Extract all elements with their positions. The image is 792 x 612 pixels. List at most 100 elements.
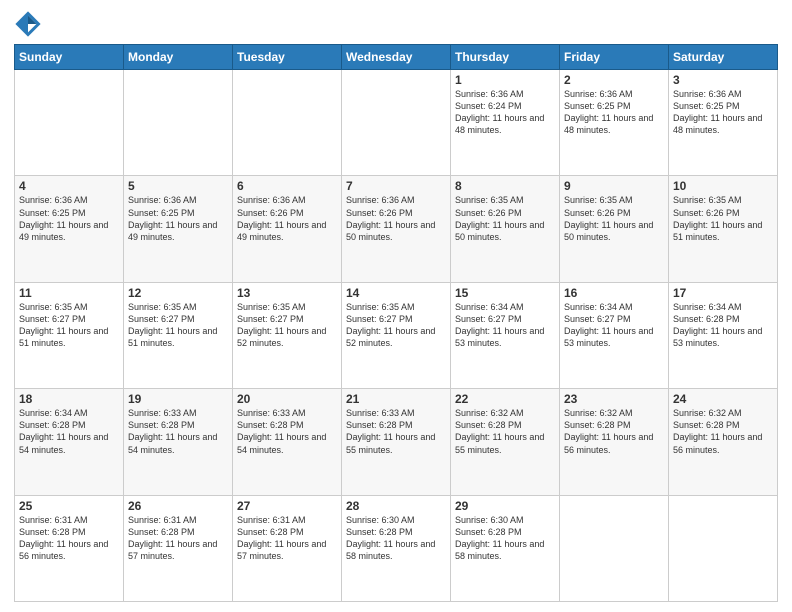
calendar-cell: [15, 70, 124, 176]
weekday-header-sunday: Sunday: [15, 45, 124, 70]
day-content: Sunrise: 6:35 AM Sunset: 6:26 PM Dayligh…: [564, 194, 664, 243]
calendar-cell: [233, 70, 342, 176]
calendar-cell: 12Sunrise: 6:35 AM Sunset: 6:27 PM Dayli…: [124, 282, 233, 388]
week-row-5: 25Sunrise: 6:31 AM Sunset: 6:28 PM Dayli…: [15, 495, 778, 601]
calendar-cell: 24Sunrise: 6:32 AM Sunset: 6:28 PM Dayli…: [669, 389, 778, 495]
day-number: 28: [346, 499, 446, 513]
week-row-3: 11Sunrise: 6:35 AM Sunset: 6:27 PM Dayli…: [15, 282, 778, 388]
calendar-cell: 14Sunrise: 6:35 AM Sunset: 6:27 PM Dayli…: [342, 282, 451, 388]
day-content: Sunrise: 6:34 AM Sunset: 6:27 PM Dayligh…: [564, 301, 664, 350]
day-number: 14: [346, 286, 446, 300]
day-number: 24: [673, 392, 773, 406]
day-number: 3: [673, 73, 773, 87]
page: SundayMondayTuesdayWednesdayThursdayFrid…: [0, 0, 792, 612]
day-content: Sunrise: 6:30 AM Sunset: 6:28 PM Dayligh…: [346, 514, 446, 563]
day-content: Sunrise: 6:31 AM Sunset: 6:28 PM Dayligh…: [128, 514, 228, 563]
calendar-cell: 2Sunrise: 6:36 AM Sunset: 6:25 PM Daylig…: [560, 70, 669, 176]
day-content: Sunrise: 6:36 AM Sunset: 6:25 PM Dayligh…: [128, 194, 228, 243]
calendar-cell: 17Sunrise: 6:34 AM Sunset: 6:28 PM Dayli…: [669, 282, 778, 388]
weekday-header-thursday: Thursday: [451, 45, 560, 70]
day-number: 7: [346, 179, 446, 193]
day-number: 11: [19, 286, 119, 300]
calendar-cell: 25Sunrise: 6:31 AM Sunset: 6:28 PM Dayli…: [15, 495, 124, 601]
day-number: 8: [455, 179, 555, 193]
weekday-header-friday: Friday: [560, 45, 669, 70]
header: [14, 10, 778, 38]
calendar-cell: 6Sunrise: 6:36 AM Sunset: 6:26 PM Daylig…: [233, 176, 342, 282]
logo-icon: [14, 10, 42, 38]
week-row-4: 18Sunrise: 6:34 AM Sunset: 6:28 PM Dayli…: [15, 389, 778, 495]
calendar-cell: 8Sunrise: 6:35 AM Sunset: 6:26 PM Daylig…: [451, 176, 560, 282]
calendar-cell: 18Sunrise: 6:34 AM Sunset: 6:28 PM Dayli…: [15, 389, 124, 495]
day-number: 19: [128, 392, 228, 406]
calendar-cell: 16Sunrise: 6:34 AM Sunset: 6:27 PM Dayli…: [560, 282, 669, 388]
calendar-cell: 28Sunrise: 6:30 AM Sunset: 6:28 PM Dayli…: [342, 495, 451, 601]
day-content: Sunrise: 6:33 AM Sunset: 6:28 PM Dayligh…: [128, 407, 228, 456]
calendar-cell: [124, 70, 233, 176]
day-content: Sunrise: 6:35 AM Sunset: 6:27 PM Dayligh…: [237, 301, 337, 350]
calendar-cell: [669, 495, 778, 601]
day-number: 4: [19, 179, 119, 193]
weekday-header-monday: Monday: [124, 45, 233, 70]
day-number: 12: [128, 286, 228, 300]
day-content: Sunrise: 6:35 AM Sunset: 6:26 PM Dayligh…: [455, 194, 555, 243]
day-content: Sunrise: 6:35 AM Sunset: 6:27 PM Dayligh…: [346, 301, 446, 350]
calendar-cell: 13Sunrise: 6:35 AM Sunset: 6:27 PM Dayli…: [233, 282, 342, 388]
day-number: 21: [346, 392, 446, 406]
day-content: Sunrise: 6:33 AM Sunset: 6:28 PM Dayligh…: [237, 407, 337, 456]
day-number: 29: [455, 499, 555, 513]
day-content: Sunrise: 6:34 AM Sunset: 6:27 PM Dayligh…: [455, 301, 555, 350]
day-content: Sunrise: 6:33 AM Sunset: 6:28 PM Dayligh…: [346, 407, 446, 456]
calendar-cell: 20Sunrise: 6:33 AM Sunset: 6:28 PM Dayli…: [233, 389, 342, 495]
day-number: 9: [564, 179, 664, 193]
weekday-header-tuesday: Tuesday: [233, 45, 342, 70]
day-content: Sunrise: 6:31 AM Sunset: 6:28 PM Dayligh…: [19, 514, 119, 563]
week-row-1: 1Sunrise: 6:36 AM Sunset: 6:24 PM Daylig…: [15, 70, 778, 176]
day-number: 13: [237, 286, 337, 300]
day-number: 1: [455, 73, 555, 87]
day-number: 23: [564, 392, 664, 406]
calendar-cell: 11Sunrise: 6:35 AM Sunset: 6:27 PM Dayli…: [15, 282, 124, 388]
calendar-cell: [560, 495, 669, 601]
calendar-cell: 29Sunrise: 6:30 AM Sunset: 6:28 PM Dayli…: [451, 495, 560, 601]
calendar-cell: 7Sunrise: 6:36 AM Sunset: 6:26 PM Daylig…: [342, 176, 451, 282]
day-number: 25: [19, 499, 119, 513]
day-content: Sunrise: 6:32 AM Sunset: 6:28 PM Dayligh…: [673, 407, 773, 456]
day-number: 2: [564, 73, 664, 87]
day-number: 18: [19, 392, 119, 406]
day-content: Sunrise: 6:36 AM Sunset: 6:25 PM Dayligh…: [673, 88, 773, 137]
day-content: Sunrise: 6:32 AM Sunset: 6:28 PM Dayligh…: [564, 407, 664, 456]
calendar-cell: 15Sunrise: 6:34 AM Sunset: 6:27 PM Dayli…: [451, 282, 560, 388]
day-content: Sunrise: 6:31 AM Sunset: 6:28 PM Dayligh…: [237, 514, 337, 563]
calendar-cell: 27Sunrise: 6:31 AM Sunset: 6:28 PM Dayli…: [233, 495, 342, 601]
calendar-table: SundayMondayTuesdayWednesdayThursdayFrid…: [14, 44, 778, 602]
calendar-cell: 9Sunrise: 6:35 AM Sunset: 6:26 PM Daylig…: [560, 176, 669, 282]
calendar-cell: 22Sunrise: 6:32 AM Sunset: 6:28 PM Dayli…: [451, 389, 560, 495]
day-number: 6: [237, 179, 337, 193]
weekday-header-row: SundayMondayTuesdayWednesdayThursdayFrid…: [15, 45, 778, 70]
day-content: Sunrise: 6:35 AM Sunset: 6:26 PM Dayligh…: [673, 194, 773, 243]
day-number: 20: [237, 392, 337, 406]
weekday-header-saturday: Saturday: [669, 45, 778, 70]
day-content: Sunrise: 6:34 AM Sunset: 6:28 PM Dayligh…: [673, 301, 773, 350]
day-number: 15: [455, 286, 555, 300]
calendar-cell: 3Sunrise: 6:36 AM Sunset: 6:25 PM Daylig…: [669, 70, 778, 176]
day-content: Sunrise: 6:32 AM Sunset: 6:28 PM Dayligh…: [455, 407, 555, 456]
day-content: Sunrise: 6:36 AM Sunset: 6:26 PM Dayligh…: [237, 194, 337, 243]
weekday-header-wednesday: Wednesday: [342, 45, 451, 70]
calendar-cell: 5Sunrise: 6:36 AM Sunset: 6:25 PM Daylig…: [124, 176, 233, 282]
calendar-cell: 19Sunrise: 6:33 AM Sunset: 6:28 PM Dayli…: [124, 389, 233, 495]
calendar-cell: 10Sunrise: 6:35 AM Sunset: 6:26 PM Dayli…: [669, 176, 778, 282]
day-number: 26: [128, 499, 228, 513]
calendar-cell: 1Sunrise: 6:36 AM Sunset: 6:24 PM Daylig…: [451, 70, 560, 176]
week-row-2: 4 Sunrise: 6:36 AM Sunset: 6:25 PM Daylig…: [15, 176, 778, 282]
day-number: 22: [455, 392, 555, 406]
day-number: 17: [673, 286, 773, 300]
day-number: 27: [237, 499, 337, 513]
day-content: Sunrise: 6:35 AM Sunset: 6:27 PM Dayligh…: [19, 301, 119, 350]
day-content: Sunrise: 6:36 AM Sunset: 6:25 PM Dayligh…: [564, 88, 664, 137]
day-number: 10: [673, 179, 773, 193]
day-content: Sunrise: 6:34 AM Sunset: 6:28 PM Dayligh…: [19, 407, 119, 456]
calendar-cell: 23Sunrise: 6:32 AM Sunset: 6:28 PM Dayli…: [560, 389, 669, 495]
day-content: Sunrise: 6:35 AM Sunset: 6:27 PM Dayligh…: [128, 301, 228, 350]
